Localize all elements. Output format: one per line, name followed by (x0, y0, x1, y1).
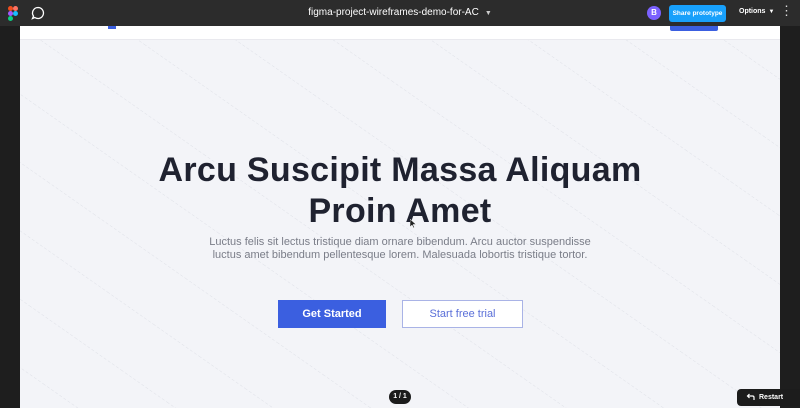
more-options-icon[interactable]: ⋮ (780, 3, 793, 19)
options-menu[interactable]: Options ▼ (739, 8, 774, 15)
chevron-down-icon: ▼ (484, 10, 492, 17)
share-prototype-button[interactable]: Share prototype (669, 5, 726, 22)
site-header (20, 26, 780, 40)
restart-button[interactable]: Restart (737, 389, 800, 406)
hero-description: Luctus felis sit lectus tristique diam o… (209, 236, 591, 261)
chevron-down-icon: ▼ (768, 9, 775, 15)
mouse-cursor-icon (410, 219, 416, 228)
headline-line-2: Proin Amet (308, 192, 492, 230)
restart-label: Restart (759, 394, 784, 401)
headline-line-1: Arcu Suscipit Massa Aliquam (158, 151, 642, 189)
header-cta-button[interactable] (670, 26, 718, 31)
file-title-text: figma-project-wireframes-demo-for-AC (308, 7, 479, 18)
restart-arrow-icon (746, 393, 755, 400)
get-started-button[interactable]: Get Started (278, 300, 386, 328)
site-logo (108, 26, 116, 29)
start-free-trial-button[interactable]: Start free trial (402, 300, 523, 328)
options-label: Options (739, 8, 766, 15)
avatar[interactable]: B (647, 6, 661, 20)
prototype-frame: Arcu Suscipit Massa Aliquam Proin Amet L… (20, 26, 780, 408)
page-indicator: 1 / 1 (389, 390, 411, 404)
figma-toolbar: figma-project-wireframes-demo-for-AC ▼ B … (0, 0, 800, 26)
hero-headline: Arcu Suscipit Massa Aliquam Proin Amet (20, 150, 780, 232)
